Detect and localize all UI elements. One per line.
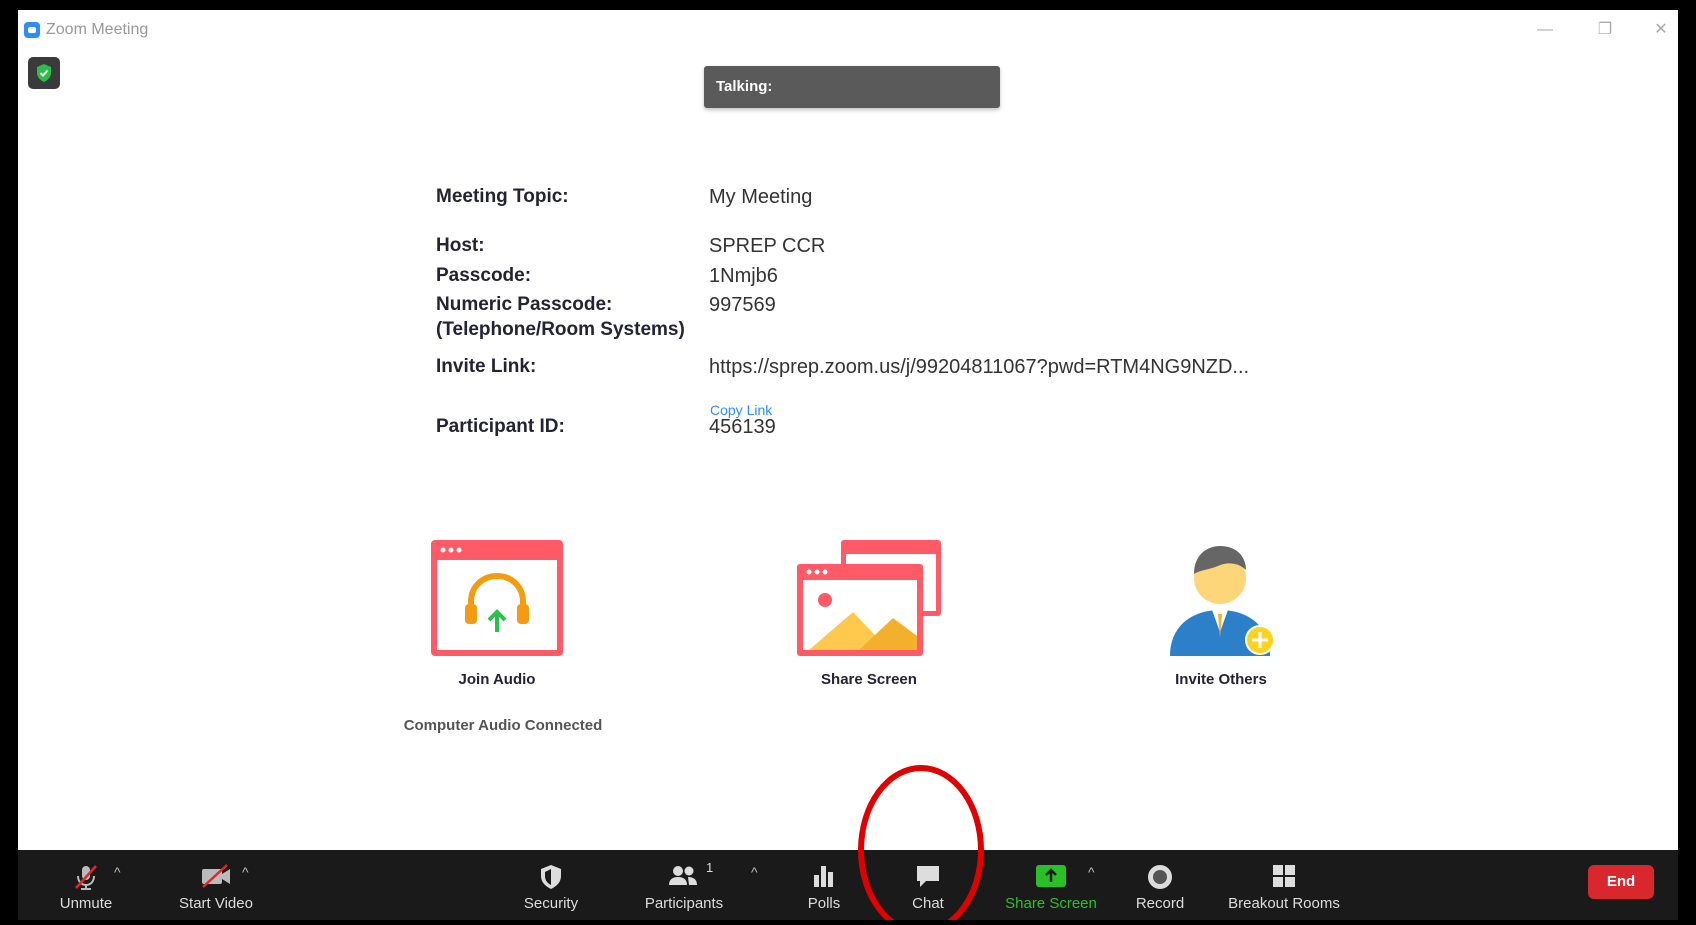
end-meeting-button[interactable]: End — [1588, 865, 1654, 899]
passcode-label: Passcode: — [436, 265, 532, 286]
audio-options-caret[interactable]: ^ — [114, 864, 121, 880]
share-screen-icon — [797, 540, 941, 656]
participants-options-caret[interactable]: ^ — [751, 864, 758, 880]
title-bar: Zoom Meeting — ❐ ✕ — [18, 10, 1678, 50]
invite-link-label: Invite Link: — [436, 356, 537, 377]
encryption-shield-icon[interactable] — [28, 57, 60, 89]
participants-icon — [669, 866, 697, 885]
numeric-passcode-sublabel: (Telephone/Room Systems) — [436, 319, 685, 340]
participant-id-label: Participant ID: — [436, 416, 565, 437]
breakout-rooms-grid-icon — [1273, 865, 1295, 887]
zoom-app-icon — [24, 22, 40, 38]
share-screen-toolbar-label: Share Screen — [1005, 895, 1097, 912]
participants-label: Participants — [644, 895, 724, 912]
share-screen-label: Share Screen — [821, 671, 917, 688]
breakout-rooms-label: Breakout Rooms — [1228, 895, 1340, 912]
share-screen-tile[interactable]: Share Screen — [779, 536, 959, 688]
participants-count-badge: 1 — [706, 860, 714, 875]
zoom-meeting-window: Zoom Meeting — ❐ ✕ Talking: Meeting Topi… — [18, 10, 1678, 920]
meeting-topic-label: Meeting Topic: — [436, 186, 569, 207]
meeting-topic-value: My Meeting — [709, 186, 813, 208]
video-options-caret[interactable]: ^ — [242, 864, 249, 880]
start-video-button[interactable]: Start Video — [146, 850, 286, 920]
polls-button[interactable]: Polls — [784, 850, 864, 920]
invite-link-value: https://sprep.zoom.us/j/99204811067?pwd=… — [709, 356, 1250, 378]
muted-microphone-icon — [75, 865, 97, 890]
shield-icon — [541, 865, 561, 889]
join-audio-icon — [431, 540, 563, 656]
polls-label: Polls — [807, 895, 841, 912]
talking-indicator: Talking: — [704, 66, 1000, 108]
minimize-button[interactable]: — — [1532, 18, 1558, 42]
invite-others-label: Invite Others — [1175, 671, 1267, 688]
host-value: SPREP CCR — [709, 235, 826, 257]
record-label: Record — [1135, 895, 1185, 912]
unmute-label: Unmute — [59, 895, 113, 912]
share-screen-button[interactable]: Share Screen — [986, 850, 1116, 920]
record-icon — [1148, 865, 1172, 889]
join-audio-label: Join Audio — [458, 671, 536, 688]
share-screen-options-caret[interactable]: ^ — [1088, 864, 1095, 880]
start-video-label: Start Video — [179, 895, 253, 912]
security-label: Security — [523, 895, 579, 912]
share-screen-arrow-icon — [1036, 865, 1066, 887]
record-button[interactable]: Record — [1118, 850, 1202, 920]
invite-others-tile[interactable]: Invite Others — [1131, 536, 1311, 688]
polls-bar-chart-icon — [814, 866, 833, 887]
breakout-rooms-button[interactable]: Breakout Rooms — [1214, 850, 1354, 920]
window-title: Zoom Meeting — [46, 21, 149, 38]
unmute-button[interactable]: Unmute — [38, 850, 134, 920]
passcode-value: 1Nmjb6 — [709, 265, 778, 287]
participants-button[interactable]: 1 Participants — [622, 850, 746, 920]
meeting-toolbar: Unmute ^ Start Video ^ Security 1 Partic… — [18, 850, 1678, 920]
host-label: Host: — [436, 235, 485, 256]
chat-highlight-annotation — [858, 765, 984, 920]
participant-id-value: 456139 — [709, 416, 776, 438]
invite-others-icon — [1170, 546, 1275, 656]
numeric-passcode-value: 997569 — [709, 294, 776, 316]
numeric-passcode-label: Numeric Passcode: — [436, 294, 613, 315]
computer-audio-connected-status: Computer Audio Connected — [403, 717, 603, 734]
close-button[interactable]: ✕ — [1648, 18, 1674, 42]
restore-button[interactable]: ❐ — [1592, 18, 1618, 42]
security-button[interactable]: Security — [502, 850, 600, 920]
video-off-icon — [202, 864, 230, 888]
join-audio-tile[interactable]: Join Audio — [407, 536, 587, 688]
